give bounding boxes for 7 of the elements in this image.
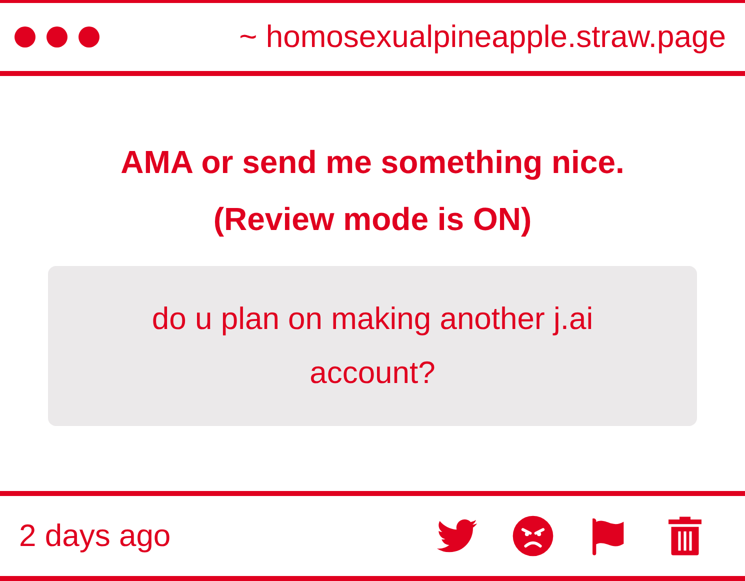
title-line: AMA or send me something nice. xyxy=(120,143,624,182)
title-line: (Review mode is ON) xyxy=(213,200,532,239)
window-dots-icon xyxy=(14,26,100,48)
angry-face-icon[interactable] xyxy=(511,514,555,558)
page-url: ~ homosexualpineapple.straw.page xyxy=(239,18,727,56)
timestamp: 2 days ago xyxy=(19,516,171,555)
question-text: do u plan on making another j.ai account? xyxy=(150,300,594,392)
